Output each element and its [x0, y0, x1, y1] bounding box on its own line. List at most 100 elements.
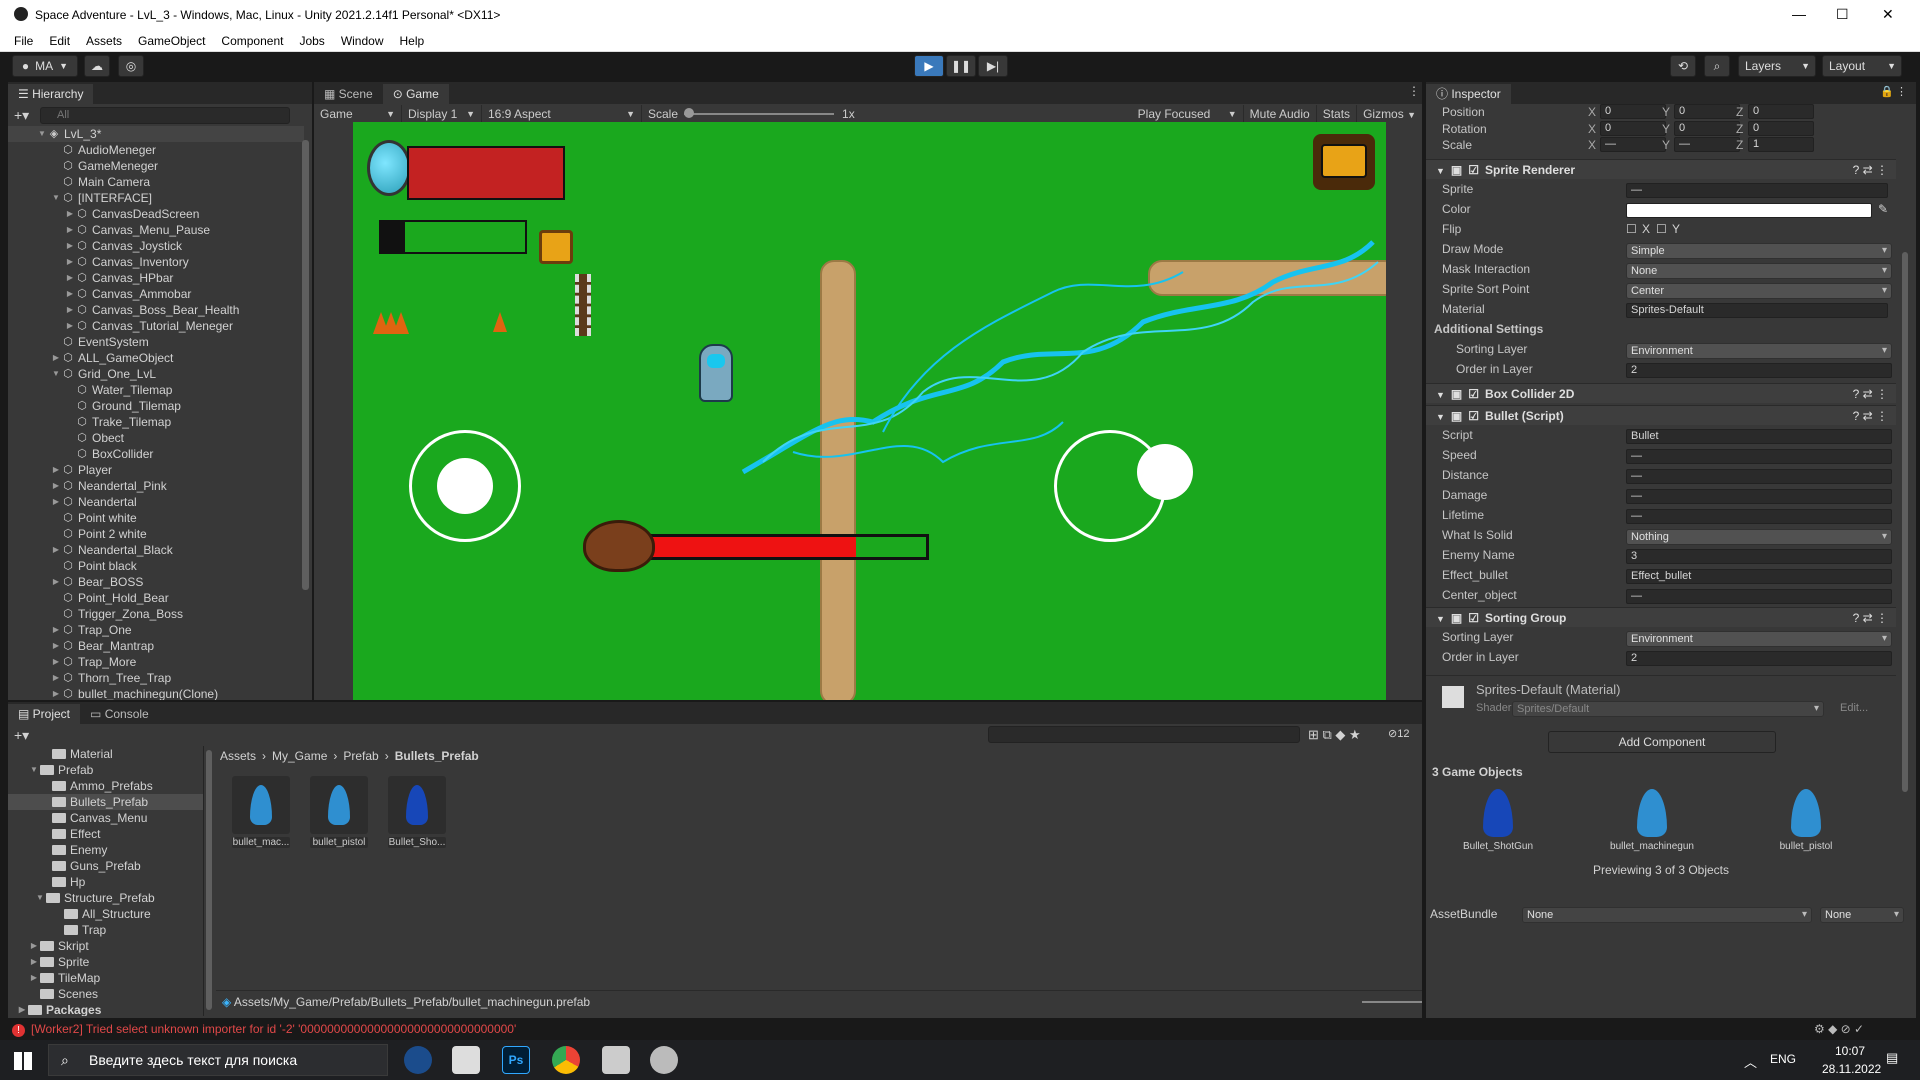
status-bar[interactable]: ! [Worker2] Tried select unknown importer… [0, 1018, 1920, 1040]
preview-item[interactable]: bullet_pistol [1764, 788, 1848, 852]
steam-icon[interactable] [404, 1046, 432, 1074]
chest-icon[interactable] [539, 230, 573, 264]
sprite-sort-point-dropdown[interactable]: Center [1626, 282, 1892, 299]
expand-arrow-icon[interactable]: ▶ [50, 350, 62, 366]
enable-checkbox[interactable]: ☑ [1468, 611, 1479, 625]
mask-interaction-dropdown[interactable]: None [1626, 262, 1892, 279]
hierarchy-item[interactable]: ⬡ Water_Tilemap [8, 382, 304, 398]
cloud-button[interactable]: ☁ [84, 55, 110, 77]
hierarchy-item[interactable]: ▶ ⬡ Bear_BOSS [8, 574, 304, 590]
damage-field[interactable]: — [1626, 488, 1892, 504]
hierarchy-item[interactable]: ▶ ⬡ Canvas_Menu_Pause [8, 222, 304, 238]
order-in-layer-field[interactable]: 2 [1626, 362, 1892, 378]
project-folder-item[interactable]: Effect [8, 826, 203, 842]
assetbundle-dropdown[interactable]: None [1522, 906, 1812, 923]
menu-window[interactable]: Window [333, 30, 392, 52]
add-icon[interactable]: +▾ [14, 107, 40, 124]
component-header[interactable]: ▼ ▣ ☑ Bullet (Script)? ⇄ ⋮ [1426, 404, 1896, 425]
draw-mode-dropdown[interactable]: Simple [1626, 242, 1892, 259]
enemy-name-field[interactable]: 3 [1626, 548, 1892, 564]
hierarchy-item[interactable]: ▶ ⬡ Neandertal [8, 494, 304, 510]
menu-component[interactable]: Component [213, 30, 291, 52]
expand-arrow-icon[interactable]: ▶ [64, 222, 76, 238]
hierarchy-item[interactable]: ⬡ Trigger_Zona_Boss [8, 606, 304, 622]
project-tree-scrollbar[interactable] [206, 750, 212, 1010]
lock-icon[interactable]: 🔒 [1880, 85, 1894, 98]
move-joystick-knob[interactable] [437, 458, 493, 514]
transform-x-field[interactable]: — [1600, 137, 1666, 152]
menu-file[interactable]: File [6, 30, 41, 52]
more-options-icon[interactable]: ⋮ [1896, 85, 1907, 98]
edit-shader-button[interactable]: Edit... [1840, 702, 1868, 714]
lifetime-field[interactable]: — [1626, 508, 1892, 524]
expand-arrow-icon[interactable]: ▶ [50, 670, 62, 686]
expand-arrow-icon[interactable]: ▼ [34, 890, 46, 906]
hierarchy-item[interactable]: ▶ ⬡ Canvas_Ammobar [8, 286, 304, 302]
stats-toggle[interactable]: Stats [1317, 105, 1358, 123]
hierarchy-item[interactable]: ▶ ⬡ Canvas_Joystick [8, 238, 304, 254]
hierarchy-item[interactable]: ▶ ⬡ ALL_GameObject [8, 350, 304, 366]
hierarchy-item[interactable]: ▶ ⬡ Canvas_Inventory [8, 254, 304, 270]
breadcrumb-item[interactable]: My_Game [272, 749, 327, 763]
menu-gameobject[interactable]: GameObject [130, 30, 213, 52]
expand-arrow-icon[interactable]: ▶ [64, 286, 76, 302]
hierarchy-item[interactable]: ⬡ BoxCollider [8, 446, 304, 462]
hierarchy-item[interactable]: ⬡ Point black [8, 558, 304, 574]
enable-checkbox[interactable]: ☑ [1468, 409, 1479, 423]
tray-chevron-icon[interactable]: ︿ [1744, 1052, 1757, 1071]
layout-dropdown[interactable]: Layout ▼ [1822, 55, 1902, 77]
project-folder-item[interactable]: All_Structure [8, 906, 203, 922]
aspect-dropdown[interactable]: 16:9 Aspect ▼ [482, 105, 642, 123]
menu-assets[interactable]: Assets [78, 30, 130, 52]
hierarchy-item[interactable]: ⬡ Point 2 white [8, 526, 304, 542]
collab-button[interactable]: ◎ [118, 55, 144, 77]
game-canvas[interactable] [353, 122, 1386, 700]
transform-x-field[interactable]: 0 [1600, 104, 1666, 119]
breadcrumb-item[interactable]: Prefab [343, 749, 378, 763]
app-icon[interactable] [650, 1046, 678, 1074]
project-folder-item[interactable]: Enemy [8, 842, 203, 858]
eyedropper-icon[interactable]: ✎ [1878, 201, 1888, 217]
breadcrumb-item[interactable]: Bullets_Prefab [395, 749, 479, 763]
menu-help[interactable]: Help [392, 30, 433, 52]
flip-x-checkbox[interactable]: ☐ [1626, 221, 1637, 237]
project-folder-item[interactable]: Hp [8, 874, 203, 890]
taskbar-search-input[interactable]: ⌕ Введите здесь текст для поиска [48, 1044, 388, 1076]
photoshop-icon[interactable]: Ps [502, 1046, 530, 1074]
component-header[interactable]: ▼ ▣ ☑ Sorting Group? ⇄ ⋮ [1426, 606, 1896, 627]
hierarchy-item[interactable]: ⬡ AudioMeneger [8, 142, 304, 158]
material-field[interactable]: Sprites-Default [1626, 302, 1888, 318]
search-button[interactable]: ⌕ [1704, 55, 1730, 77]
expand-arrow-icon[interactable]: ▶ [50, 462, 62, 478]
aim-joystick-knob[interactable] [1137, 444, 1193, 500]
hierarchy-scrollbar[interactable] [302, 140, 309, 590]
project-folder-item[interactable]: Guns_Prefab [8, 858, 203, 874]
chrome-icon[interactable] [552, 1046, 580, 1074]
filter-icon[interactable]: ⊞ ⧉ ◆ ★ [1308, 727, 1361, 743]
hierarchy-item[interactable]: ▶ ⬡ Player [8, 462, 304, 478]
expand-arrow-icon[interactable]: ▶ [50, 478, 62, 494]
display-dropdown[interactable]: Display 1 ▼ [402, 105, 482, 123]
hierarchy-item[interactable]: ▶ ⬡ Trap_More [8, 654, 304, 670]
hierarchy-item[interactable]: ⬡ GameMeneger [8, 158, 304, 174]
hierarchy-item[interactable]: ▼ ⬡ [INTERFACE] [8, 190, 304, 206]
zoom-slider[interactable] [1362, 1001, 1422, 1003]
mute-audio-toggle[interactable]: Mute Audio [1244, 105, 1317, 123]
color-field[interactable] [1626, 202, 1872, 218]
step-button[interactable]: ▶| [978, 55, 1008, 77]
assetbundle-variant-dropdown[interactable]: None [1820, 906, 1904, 923]
hierarchy-item[interactable]: ⬡ EventSystem [8, 334, 304, 350]
unity-hub-icon[interactable] [602, 1046, 630, 1074]
expand-arrow-icon[interactable]: ▶ [50, 494, 62, 510]
expand-arrow-icon[interactable]: ▶ [64, 302, 76, 318]
tab-inspector[interactable]: ⓘ Inspector [1426, 84, 1511, 104]
scale-slider[interactable] [684, 108, 835, 118]
transform-y-field[interactable]: 0 [1674, 120, 1740, 136]
script-field[interactable]: Bullet [1626, 428, 1892, 444]
sprite-field[interactable]: — [1626, 182, 1888, 198]
asset-tile[interactable]: Bullet_Sho... [388, 776, 446, 850]
expand-arrow-icon[interactable]: ▶ [50, 638, 62, 654]
pause-button[interactable]: ❚❚ [946, 55, 976, 77]
hidden-count-icon[interactable]: ⊘12 [1388, 727, 1409, 740]
expand-arrow-icon[interactable]: ▶ [50, 654, 62, 670]
